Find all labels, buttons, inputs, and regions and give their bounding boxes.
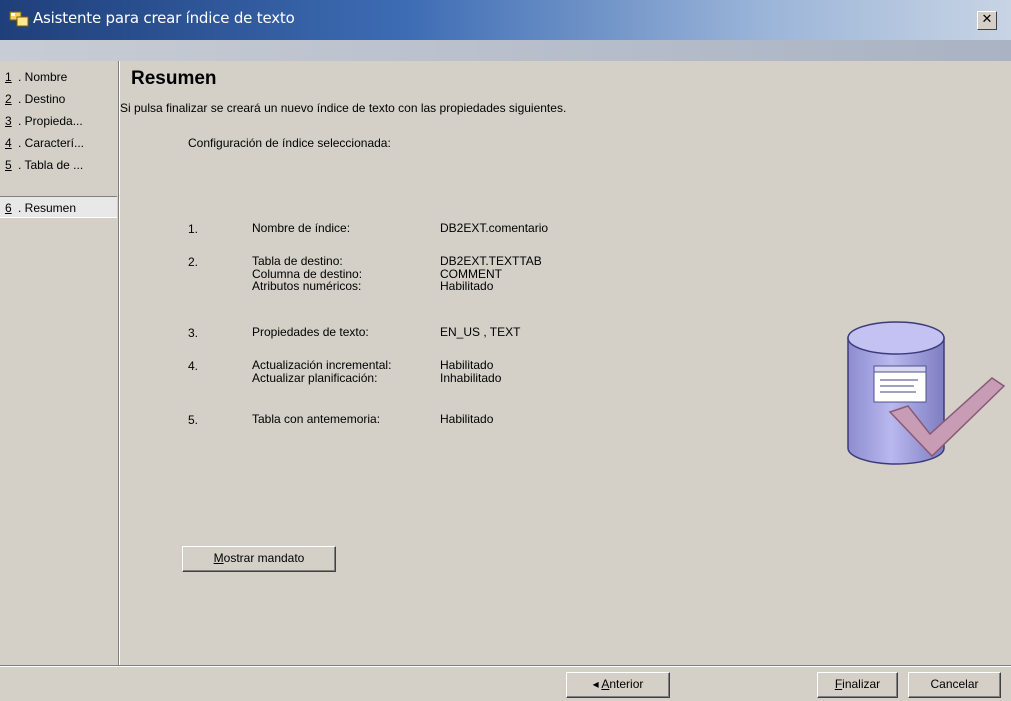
nav-item-resumen[interactable]: 6. Resumen (0, 196, 117, 218)
summary-label: Actualizar planificación: (252, 370, 378, 385)
nav-item-caracteristicas[interactable]: 4. Caracterí... (0, 132, 117, 154)
summary-label: Atributos numéricos: (252, 279, 362, 293)
window-title: Asistente para crear índice de texto (33, 9, 295, 27)
summary-value: Habilitado (440, 358, 494, 372)
summary-value: Habilitado (440, 279, 494, 293)
intro-text: Si pulsa finalizar se creará un nuevo ín… (120, 101, 567, 115)
nav-item-propiedades[interactable]: 3. Propieda... (0, 110, 117, 132)
config-label: Configuración de índice seleccionada: (188, 136, 391, 150)
summary-label: Actualización incremental: (252, 358, 392, 372)
show-command-button[interactable]: Mostrar mandato (182, 546, 336, 572)
summary-value: DB2EXT.comentario (440, 221, 549, 235)
title-bar: Asistente para crear índice de texto ✕ (0, 0, 1011, 40)
summary-value: Inhabilitado (440, 370, 502, 385)
nav-item-destino[interactable]: 2. Destino (0, 88, 117, 110)
nav-item-label: . Nombre (18, 70, 68, 84)
summary-value: EN_US , TEXT (440, 325, 521, 339)
nav-item-label: . Caracterí... (18, 136, 85, 150)
summary-number: 3. (188, 326, 199, 340)
nav-item-label: . Resumen (18, 201, 77, 215)
summary-label: Propiedades de texto: (252, 325, 369, 339)
summary-number: 4. (188, 359, 199, 373)
finish-button[interactable]: Finalizar (817, 672, 898, 698)
nav-item-label: . Tabla de ... (18, 158, 84, 172)
summary-number: 2. (188, 255, 199, 269)
close-icon: ✕ (981, 12, 993, 27)
cancel-button[interactable]: Cancelar (908, 672, 1001, 698)
summary-label: Nombre de índice: (252, 221, 351, 235)
header-band (0, 40, 1011, 61)
summary-label: Tabla con antememoria: (252, 412, 381, 426)
nav-item-tabla[interactable]: 5. Tabla de ... (0, 154, 117, 176)
nav-item-label: . Destino (18, 92, 66, 106)
wizard-step-nav: 1. Nombre 2. Destino 3. Propieda... 4. C… (0, 61, 119, 665)
summary-label: Tabla de destino: (252, 254, 343, 268)
nav-item-label: . Propieda... (18, 114, 83, 128)
summary-number: 1. (188, 222, 199, 236)
arrow-left-icon: ◂ (592, 677, 599, 691)
summary-value: Habilitado (440, 412, 494, 426)
summary-value: DB2EXT.TEXTTAB (440, 254, 542, 268)
nav-item-nombre[interactable]: 1. Nombre (0, 66, 117, 88)
close-button[interactable]: ✕ (977, 11, 997, 30)
wizard-app-icon (9, 11, 29, 27)
database-check-icon (847, 321, 1006, 465)
summary-number: 5. (188, 413, 199, 427)
previous-button[interactable]: ◂ Anterior (566, 672, 670, 698)
page-title: Resumen (131, 68, 217, 89)
